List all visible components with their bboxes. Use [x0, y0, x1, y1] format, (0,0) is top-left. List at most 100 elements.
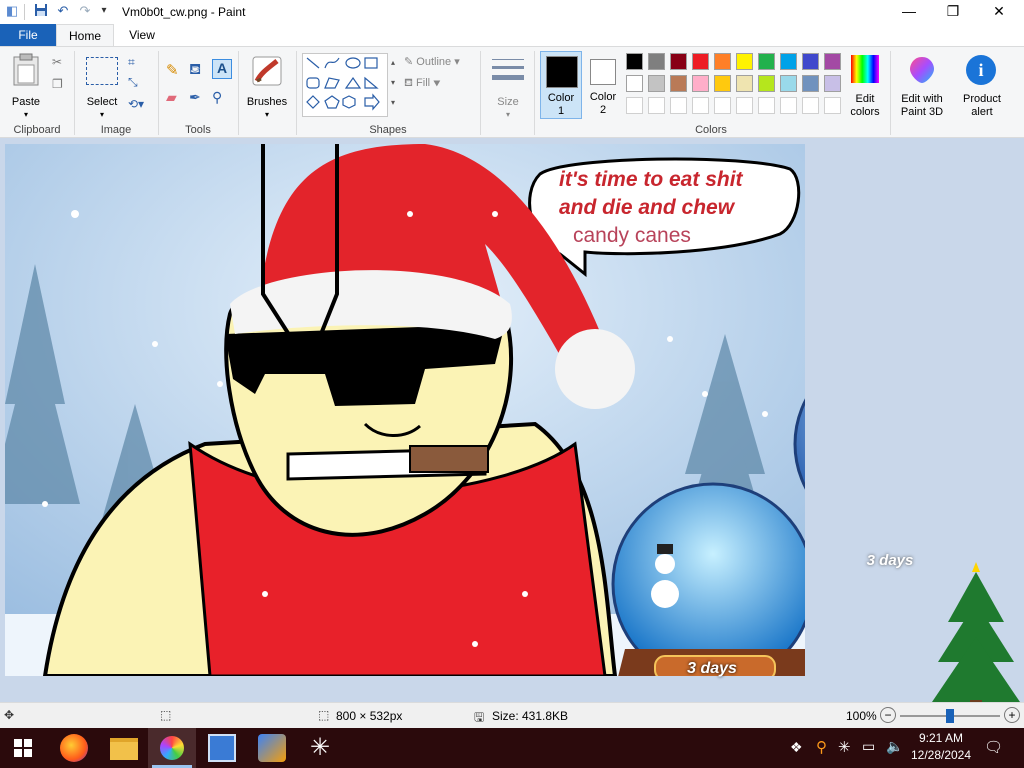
maximize-button[interactable]: ❐ [930, 0, 976, 24]
palette-swatch[interactable] [692, 53, 709, 70]
crop-icon[interactable]: ⌗ [128, 55, 135, 70]
search-icon[interactable]: ⚲ [816, 738, 827, 756]
palette-swatch[interactable] [802, 53, 819, 70]
palette-swatch[interactable] [736, 75, 753, 92]
move-cursor-icon: ✥ [4, 708, 15, 722]
edit-with-paint3d-button[interactable]: Edit with Paint 3D [894, 53, 950, 119]
zoom-slider-thumb[interactable] [946, 709, 954, 723]
rotate-icon[interactable]: ⟲▾ [128, 97, 144, 111]
volume-icon[interactable]: 🔈 [886, 738, 903, 755]
info-icon: i [966, 55, 996, 85]
palette-swatch[interactable] [648, 53, 665, 70]
palette-swatch[interactable] [802, 75, 819, 92]
shapes-scroll[interactable]: ▴ ▾ ▾ [388, 53, 398, 117]
palette-swatch[interactable] [670, 75, 687, 92]
custom-swatch[interactable] [824, 97, 841, 114]
custom-swatch[interactable] [802, 97, 819, 114]
taskbar-active-app[interactable] [148, 728, 196, 768]
tab-home[interactable]: Home [56, 24, 114, 46]
tab-view[interactable]: View [116, 24, 168, 46]
palette-swatch[interactable] [758, 53, 775, 70]
resize-icon[interactable]: ⤡ [128, 75, 138, 90]
speech-text-line2: and die and chew [559, 196, 735, 219]
palette-swatch[interactable] [758, 75, 775, 92]
custom-swatch[interactable] [626, 97, 643, 114]
tools-group-label: Tools [185, 124, 211, 136]
notifications-icon[interactable]: 🗨 [984, 738, 1003, 756]
paint-app-icon[interactable]: ◧ [4, 3, 20, 19]
sparkle-app-icon[interactable]: ✳ [306, 734, 334, 762]
windows-start-icon[interactable] [14, 739, 32, 757]
palette-swatch[interactable] [780, 53, 797, 70]
rainbow-palette-icon [851, 55, 879, 83]
file-explorer-icon[interactable] [110, 738, 138, 760]
custom-swatch[interactable] [670, 97, 687, 114]
network-icon[interactable]: ▭ [862, 738, 875, 755]
text-tool-icon[interactable]: A [212, 59, 232, 79]
close-button[interactable]: ✕ [976, 0, 1022, 24]
select-button[interactable]: Select ▾ [82, 53, 122, 119]
color1-button[interactable]: Color 1 [540, 51, 582, 119]
size-line-icon [492, 75, 524, 80]
title-bar: ◧ ↶ ↷ ▾ Vm0b0t_cw.png - Paint — ❐ ✕ [0, 0, 1024, 24]
fill-button[interactable]: ⛾ Fill ▾ [404, 77, 441, 91]
paint-icon [160, 736, 184, 760]
magnifier-icon[interactable]: ⚲ [212, 89, 232, 109]
pencil-icon[interactable]: ✎ [166, 61, 186, 81]
palette-swatch[interactable] [714, 75, 731, 92]
custom-swatch[interactable] [648, 97, 665, 114]
tab-file[interactable]: File [0, 24, 56, 46]
custom-swatch[interactable] [692, 97, 709, 114]
image-dimensions: 800 × 532px [336, 709, 403, 723]
palette-swatch[interactable] [736, 53, 753, 70]
select-icon [86, 57, 118, 85]
shapes-group-label: Shapes [369, 124, 407, 136]
firefox-icon[interactable] [60, 734, 88, 762]
redo-icon[interactable]: ↷ [77, 3, 93, 19]
paste-button[interactable]: Paste ▾ [8, 53, 44, 119]
save-icon[interactable] [33, 3, 49, 19]
size-button[interactable]: Size ▾ [488, 53, 528, 119]
tray-app-icon[interactable]: ❖ [790, 739, 803, 756]
palette-swatch[interactable] [824, 75, 841, 92]
zoom-out-button[interactable]: − [880, 707, 896, 723]
sparkle-tray-icon[interactable]: ✳ [838, 738, 851, 756]
brushes-button[interactable]: Brushes ▾ [244, 53, 290, 119]
minimize-button[interactable]: — [886, 0, 932, 24]
undo-icon[interactable]: ↶ [55, 3, 71, 19]
image-canvas[interactable]: it's time to eat shit and die and chew c… [5, 144, 805, 676]
app-launcher-icon[interactable] [258, 734, 286, 762]
palette-swatch[interactable] [714, 53, 731, 70]
zoom-in-button[interactable]: + [1004, 707, 1020, 723]
color2-button[interactable]: Color 2 [584, 51, 622, 119]
clock[interactable]: 9:21 AM 12/28/2024 [906, 731, 976, 762]
cut-icon[interactable]: ✂ [52, 55, 66, 69]
palette-swatch[interactable] [692, 75, 709, 92]
custom-swatch[interactable] [780, 97, 797, 114]
shapes-gallery[interactable] [302, 53, 388, 117]
separator [238, 51, 239, 135]
palette-swatch[interactable] [670, 53, 687, 70]
color-picker-icon[interactable]: ✒ [189, 89, 209, 109]
fill-bucket-icon[interactable]: ⛾ [189, 61, 209, 81]
eraser-icon[interactable]: ▰ [166, 89, 186, 109]
separator [158, 51, 159, 135]
canvas-workarea: it's time to eat shit and die and chew c… [0, 138, 1024, 710]
ribbon-tabs: File Home View [0, 24, 1024, 46]
palette-swatch[interactable] [626, 75, 643, 92]
separator [534, 51, 535, 135]
palette-swatch[interactable] [780, 75, 797, 92]
outline-button[interactable]: ✎ Outline ▾ [404, 55, 460, 68]
palette-swatch[interactable] [648, 75, 665, 92]
product-alert-button[interactable]: i Product alert [956, 53, 1008, 119]
copy-icon[interactable]: ❐ [52, 77, 66, 91]
palette-swatch[interactable] [626, 53, 643, 70]
globe-large-label: 3 days [866, 552, 914, 569]
palette-swatch[interactable] [824, 53, 841, 70]
custom-swatch[interactable] [758, 97, 775, 114]
custom-swatch[interactable] [736, 97, 753, 114]
edit-colors-button[interactable]: Edit colors [848, 53, 882, 119]
customize-quick-access-icon[interactable]: ▾ [96, 3, 112, 19]
custom-swatch[interactable] [714, 97, 731, 114]
control-panel-icon[interactable] [208, 734, 236, 762]
